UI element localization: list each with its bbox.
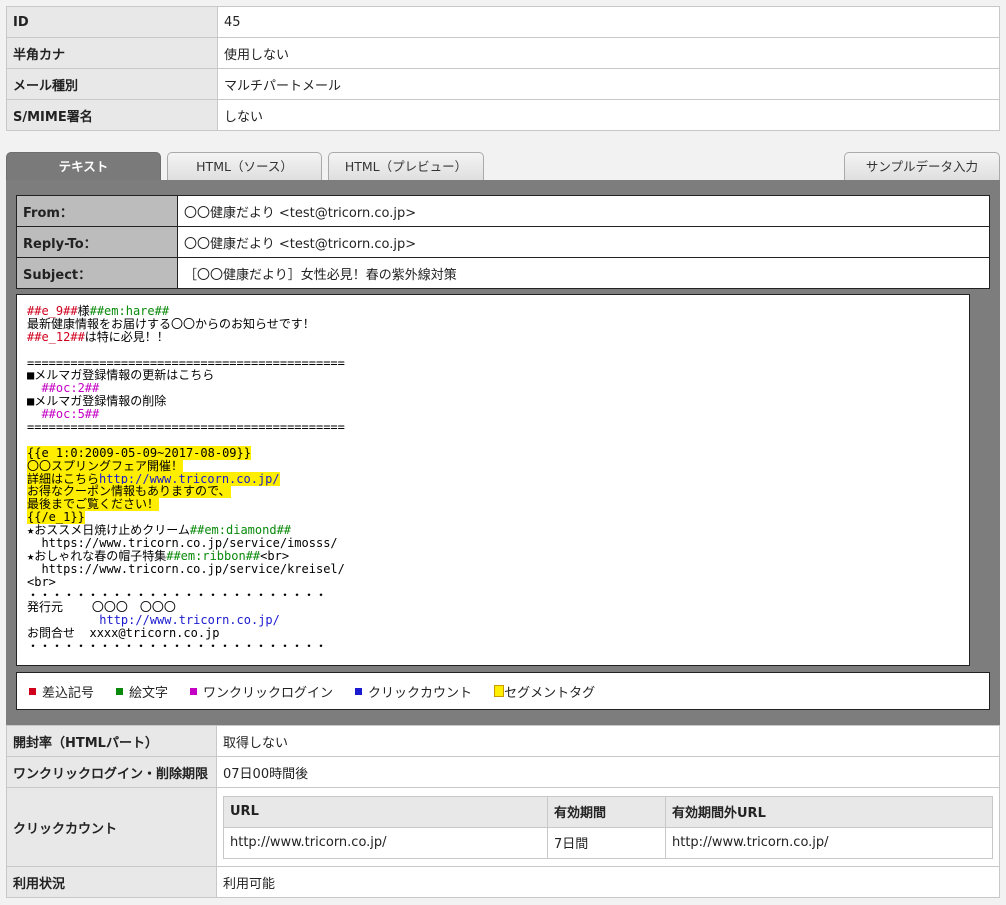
header-value: ［〇〇健康だより］女性必見！春の紫外線対策 xyxy=(177,257,990,289)
info-value: しない xyxy=(217,99,1000,131)
cell-url: http://www.tricorn.co.jp/ xyxy=(223,826,548,859)
body-line: ##e_9##様##em:hare## xyxy=(27,304,170,318)
info-row-id: ID 45 xyxy=(6,6,1000,38)
sample-data-button[interactable]: サンプルデータ入力 xyxy=(844,152,1000,181)
blue-square-icon xyxy=(355,687,363,695)
header-value: 〇〇健康だより <test@tricorn.co.jp> xyxy=(177,195,990,227)
body-line: ##oc:2## xyxy=(27,381,100,396)
magenta-square-icon xyxy=(190,687,198,695)
segment-tag-icon xyxy=(494,685,505,697)
body-line: <br> xyxy=(27,574,56,589)
header-label: Reply-To： xyxy=(16,226,178,258)
body-line xyxy=(27,434,959,447)
red-square-icon xyxy=(29,687,36,695)
legend-emoji: 絵文字 xyxy=(116,682,168,701)
header-row-subject: Subject： ［〇〇健康だより］女性必見！春の紫外線対策 xyxy=(16,257,990,289)
header-value: 〇〇健康だより <test@tricorn.co.jp> xyxy=(177,226,990,258)
body-line: ・・・・・・・・・・・・・・・・・・・・・・・・・ xyxy=(27,639,328,654)
body-line: ★おしゃれな春の帽子特集##em:ribbon##<br> xyxy=(27,548,290,563)
legend-segment: セグメントタグ xyxy=(494,682,595,701)
header-label: Subject： xyxy=(16,257,178,289)
mail-settings-table: 開封率（HTMLパート） 取得しない ワンクリックログイン・削除期限 07日00… xyxy=(6,725,1000,898)
cell-period: 7日間 xyxy=(547,826,666,859)
info-label: ID xyxy=(6,6,218,38)
column-header-period: 有効期間 xyxy=(547,795,666,828)
click-count-table: URL 有効期間 有効期間外URL http://www.tricorn.co.… xyxy=(223,795,993,859)
preview-tabs: テキスト HTML（ソース） HTML（プレビュー） サンプルデータ入力 xyxy=(6,152,1000,181)
legend-clickcount: クリックカウント xyxy=(355,682,472,701)
status-value: 利用可能 xyxy=(216,866,1000,898)
legend-oneclick: ワンクリックログイン xyxy=(190,682,333,701)
legend-insert: 差込記号 xyxy=(29,682,94,701)
body-line: 〇〇スプリングフェア開催！ xyxy=(27,458,184,473)
info-row-mail-type: メール種別 マルチパートメール xyxy=(6,68,1000,100)
body-line: ■メルマガ登録情報の削除 xyxy=(27,394,167,409)
cell-expired-url: http://www.tricorn.co.jp/ xyxy=(665,826,993,859)
oneclick-expiry-label: ワンクリックログイン・削除期限 xyxy=(6,756,217,788)
table-row: http://www.tricorn.co.jp/ 7日間 http://www… xyxy=(223,826,993,859)
preview-panel: From： 〇〇健康だより <test@tricorn.co.jp> Reply… xyxy=(6,180,1000,725)
click-count-label: クリックカウント xyxy=(6,787,217,867)
body-line: {{e_1:0:2009-05-09~2017-08-09}} xyxy=(27,445,251,460)
click-count-cell: URL 有効期間 有効期間外URL http://www.tricorn.co.… xyxy=(216,787,1000,867)
info-label: メール種別 xyxy=(6,68,218,100)
tab-html-preview[interactable]: HTML（プレビュー） xyxy=(328,152,484,181)
mail-info-table: ID 45 半角カナ 使用しない メール種別 マルチパートメール S/MIME署… xyxy=(6,6,1000,131)
body-line: ========================================… xyxy=(27,420,345,435)
header-label: From： xyxy=(16,195,178,227)
info-row-smime: S/MIME署名 しない xyxy=(6,99,1000,131)
color-legend: 差込記号 絵文字 ワンクリックログイン クリックカウント セグメントタグ xyxy=(16,672,990,710)
info-row-kana: 半角カナ 使用しない xyxy=(6,37,1000,69)
table-header-row: URL 有効期間 有効期間外URL xyxy=(223,795,993,828)
body-line: ##e_12##は特に必見！！ xyxy=(27,329,169,344)
info-value: マルチパートメール xyxy=(217,68,1000,100)
info-label: S/MIME署名 xyxy=(6,99,218,131)
status-label: 利用状況 xyxy=(6,866,217,898)
header-row-from: From： 〇〇健康だより <test@tricorn.co.jp> xyxy=(16,195,990,227)
open-rate-label: 開封率（HTMLパート） xyxy=(6,725,217,757)
row-click-count: クリックカウント URL 有効期間 有効期間外URL http://www.tr… xyxy=(6,787,1000,867)
column-header-url: URL xyxy=(223,795,548,828)
body-line: お得なクーポン情報もありますので、 xyxy=(27,484,231,499)
body-line xyxy=(27,344,959,357)
green-square-icon xyxy=(116,687,124,695)
info-value: 45 xyxy=(217,6,1000,38)
tab-html-source[interactable]: HTML（ソース） xyxy=(167,152,322,181)
body-line: 最後までご覧ください！ xyxy=(27,497,160,512)
header-row-reply-to: Reply-To： 〇〇健康だより <test@tricorn.co.jp> xyxy=(16,226,990,258)
info-label: 半角カナ xyxy=(6,37,218,69)
mail-body-preview[interactable]: ##e_9##様##em:hare## 最新健康情報をお届けする〇〇からのお知ら… xyxy=(16,294,970,666)
column-header-expired-url: 有効期間外URL xyxy=(665,795,993,828)
oneclick-expiry-value: 07日00時間後 xyxy=(216,756,1000,788)
row-status: 利用状況 利用可能 xyxy=(6,866,1000,898)
row-oneclick-expiry: ワンクリックログイン・削除期限 07日00時間後 xyxy=(6,756,1000,788)
mail-header-table: From： 〇〇健康だより <test@tricorn.co.jp> Reply… xyxy=(16,195,990,289)
tab-text[interactable]: テキスト xyxy=(6,152,161,181)
body-line: ■メルマガ登録情報の更新はこちら xyxy=(27,368,215,383)
row-open-rate: 開封率（HTMLパート） 取得しない xyxy=(6,725,1000,757)
open-rate-value: 取得しない xyxy=(216,725,1000,757)
info-value: 使用しない xyxy=(217,37,1000,69)
body-line: https://www.tricorn.co.jp/service/kreise… xyxy=(27,561,345,576)
